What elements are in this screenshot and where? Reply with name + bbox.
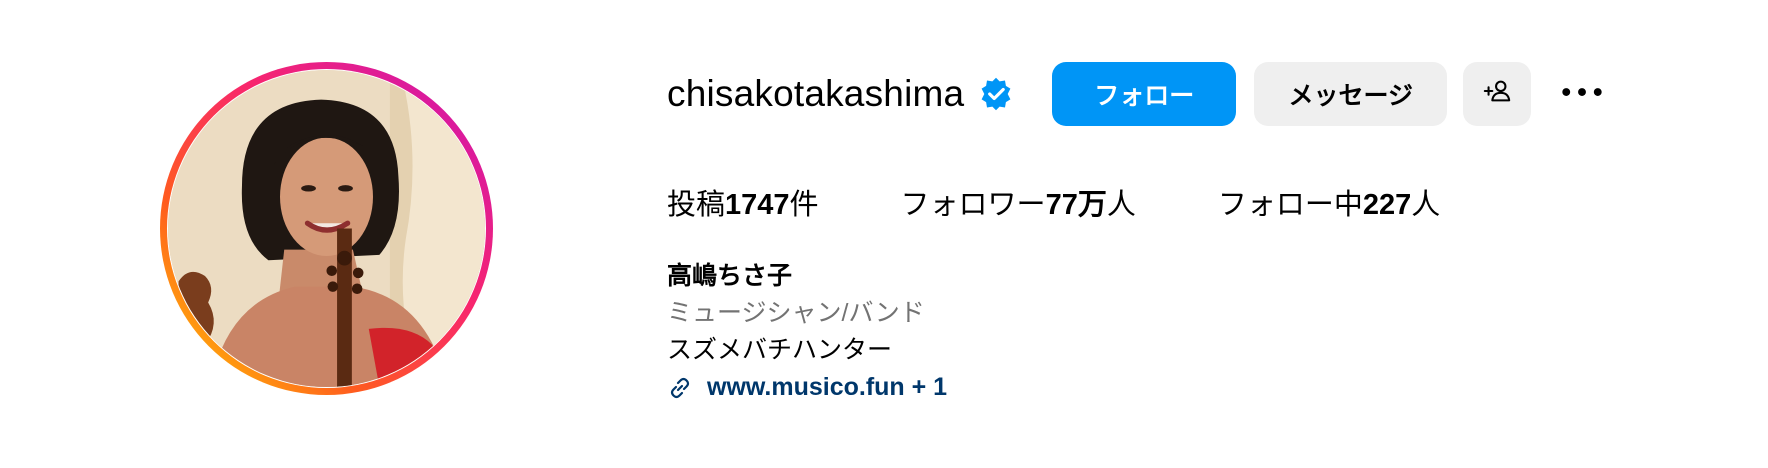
more-options-icon [1561, 85, 1603, 103]
profile-header-row: chisakotakashima フォロー メッセージ [667, 62, 1606, 126]
message-button[interactable]: メッセージ [1254, 62, 1448, 126]
link-text: www.musico.fun + 1 [707, 373, 948, 401]
full-name: 高嶋ちさ子 [667, 262, 793, 290]
more-options-button[interactable] [1558, 62, 1606, 126]
verified-badge-icon [978, 76, 1014, 112]
profile-header: chisakotakashima フォロー メッセージ 投稿1747件 フォロワ… [0, 0, 1768, 468]
bio-text: スズメバチハンター [667, 336, 893, 364]
add-person-icon [1482, 76, 1512, 113]
followers-count-link[interactable]: フォロワー77万人 [901, 181, 1136, 223]
link-icon [667, 375, 693, 401]
follow-button[interactable]: フォロー [1052, 62, 1237, 126]
profile-photo [168, 70, 485, 387]
following-count-link[interactable]: フォロー中227人 [1218, 181, 1440, 223]
external-link[interactable]: www.musico.fun + 1 [667, 369, 947, 406]
username: chisakotakashima [667, 73, 965, 114]
posts-count: 投稿1747件 [667, 189, 819, 221]
portrait-image [168, 70, 485, 387]
profile-bio: 高嶋ちさ子 ミュージシャン/バンド スズメバチハンター www.musico.f… [667, 258, 947, 406]
profile-stats: 投稿1747件 フォロワー77万人 フォロー中227人 [667, 180, 1440, 224]
suggested-accounts-button[interactable] [1463, 62, 1532, 126]
story-avatar[interactable] [160, 62, 493, 395]
category-label: ミュージシャン/バンド [667, 299, 925, 327]
